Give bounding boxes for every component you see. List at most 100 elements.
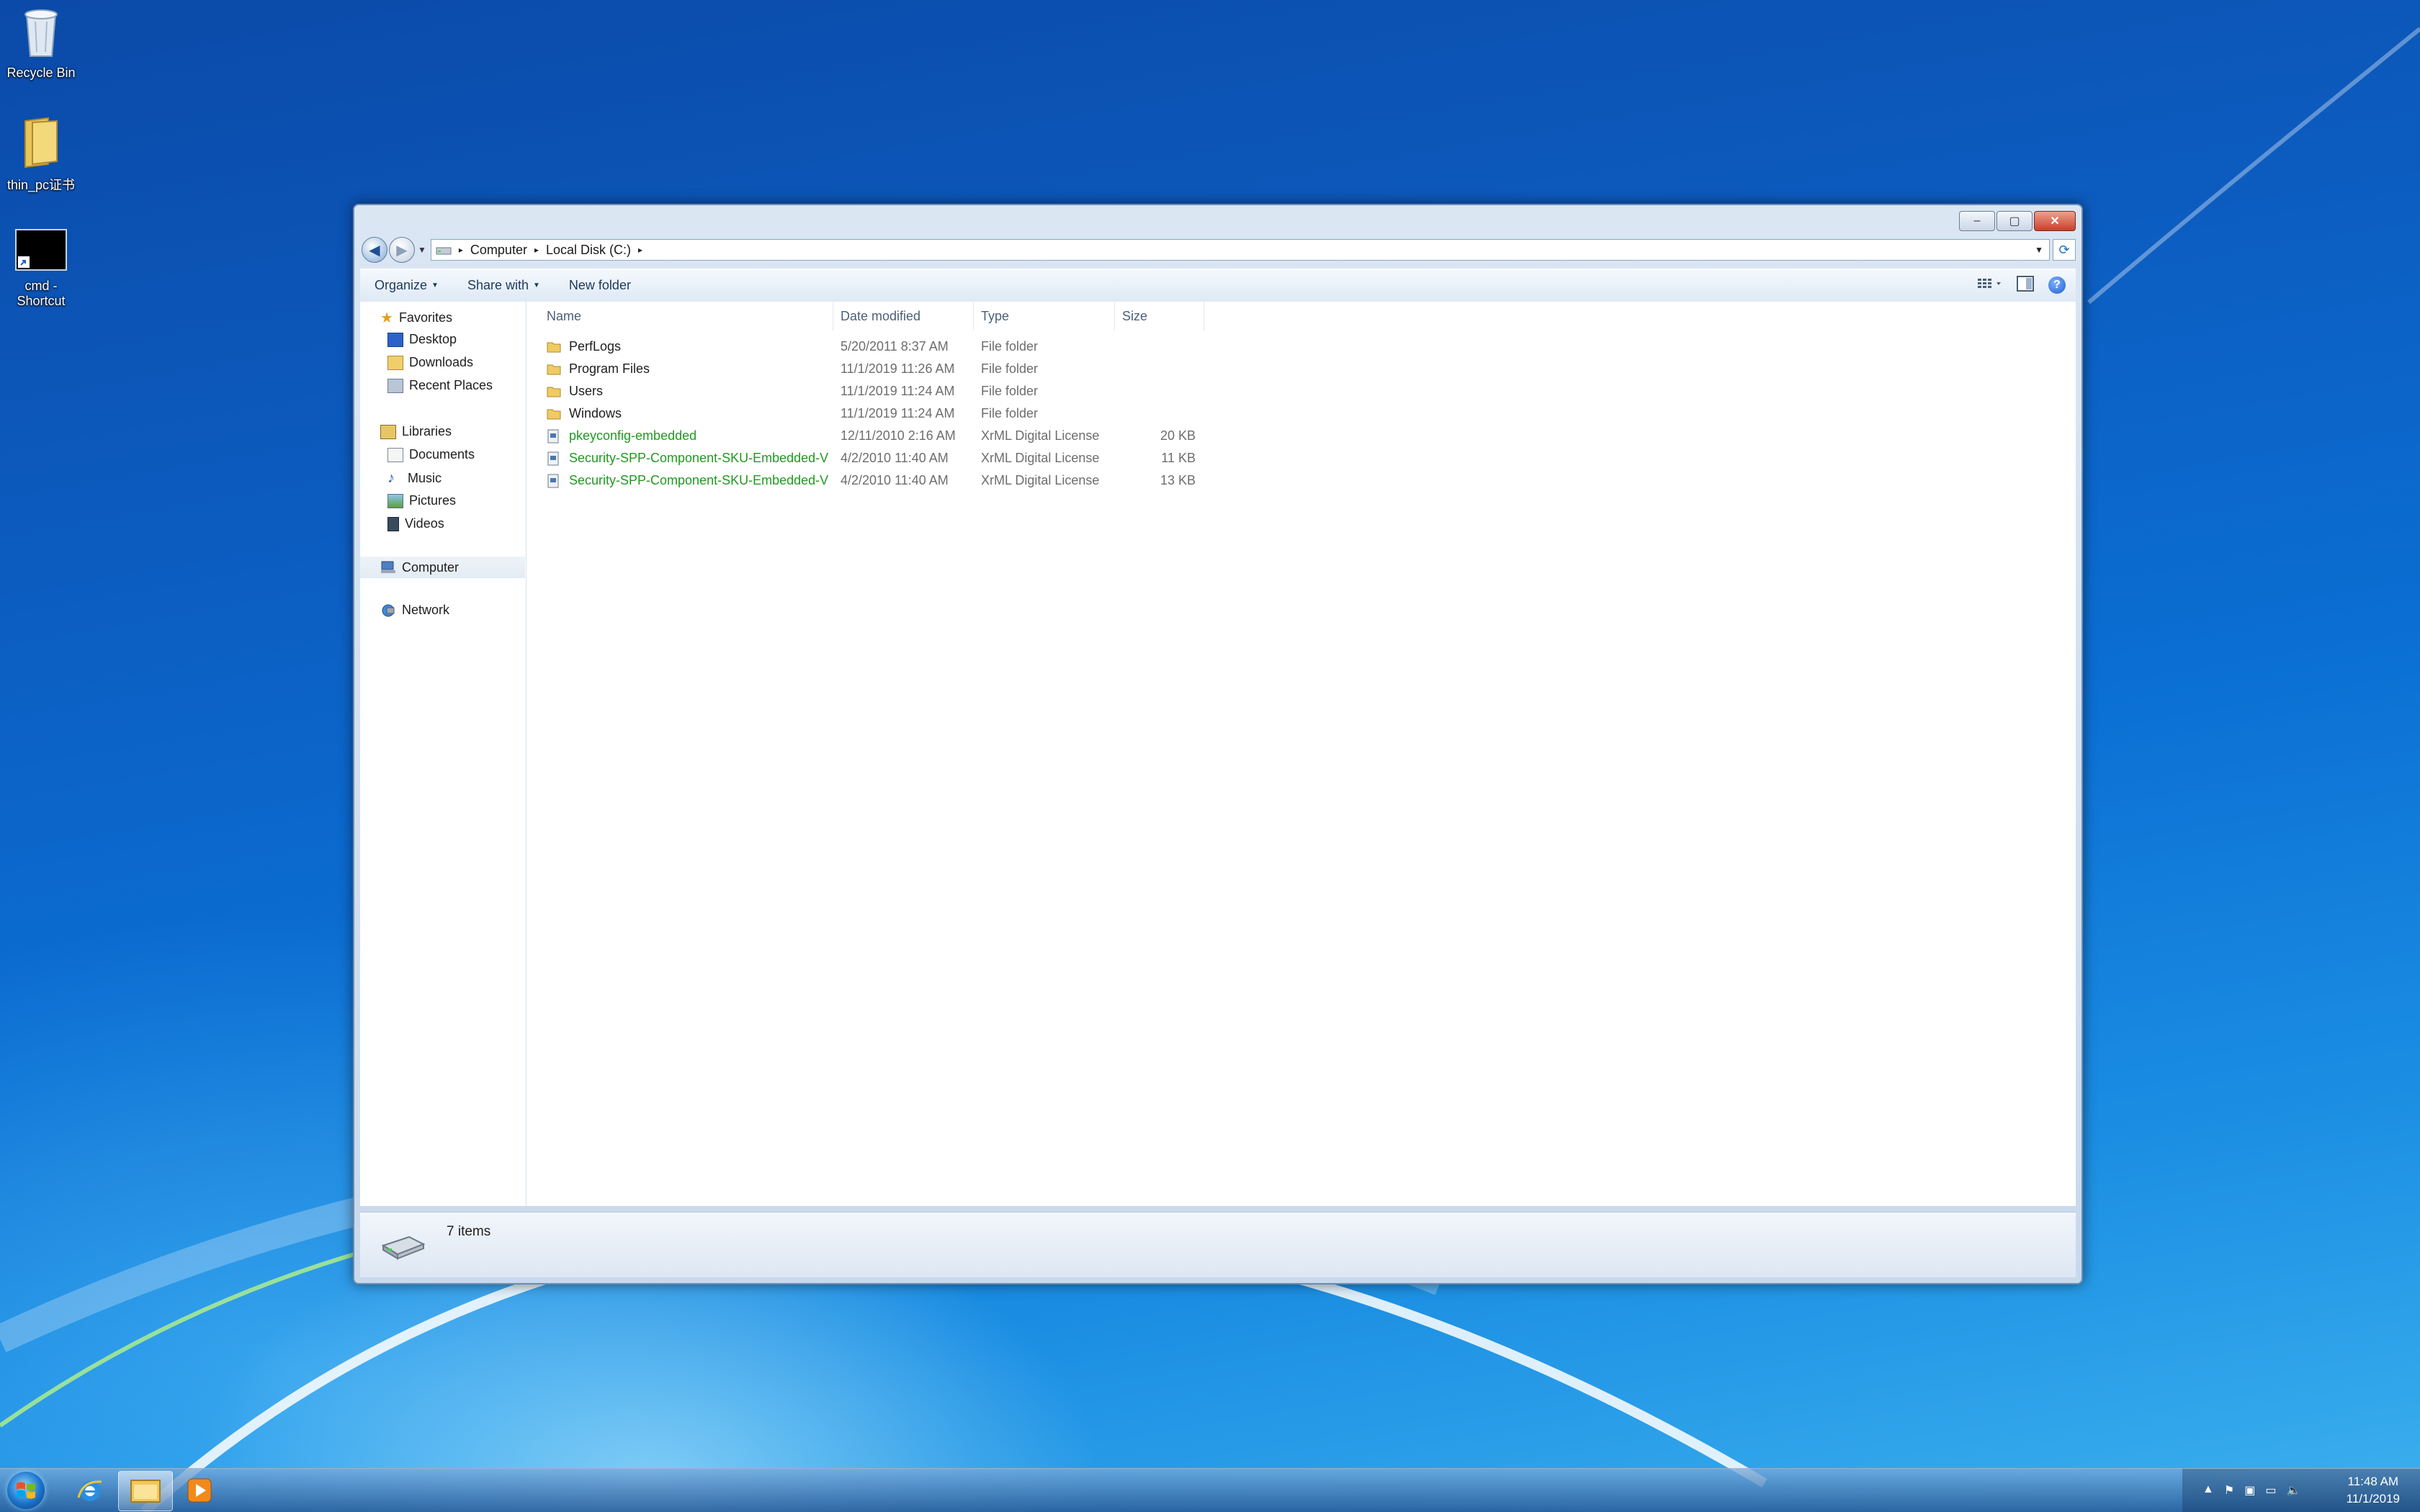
folder-icon <box>24 117 58 168</box>
volume-icon[interactable]: 🔈 <box>2286 1483 2300 1498</box>
desktop-icon-label: Recycle Bin <box>6 66 76 80</box>
column-header-type[interactable]: Type <box>974 302 1115 330</box>
column-header-size[interactable]: Size <box>1115 302 1204 330</box>
navigation-row: ◀ ▶ ▼ ▸ Computer ▸ Local Disk (C:) ▸ ▼ ⟳ <box>362 237 2076 263</box>
documents-icon <box>387 447 403 462</box>
clock-date: 11/1/2019 <box>2346 1492 2400 1506</box>
drive-icon <box>381 1236 426 1260</box>
new-folder-label: New folder <box>568 277 631 292</box>
file-row[interactable]: PerfLogs 5/20/2011 8:37 AM File folder <box>526 336 1247 358</box>
breadcrumb-separator[interactable]: ▸ <box>638 245 642 255</box>
column-header-name[interactable]: Name <box>526 302 833 330</box>
file-type: XrML Digital License <box>981 473 1100 487</box>
organize-button[interactable]: Organize ▼ <box>360 278 453 293</box>
desktop-icon-recycle-bin[interactable]: Recycle Bin <box>1 4 81 81</box>
file-type: File folder <box>981 339 1039 354</box>
file-row[interactable]: Windows 11/1/2019 11:24 AM File folder <box>526 402 1247 425</box>
details-pane: 7 items <box>360 1212 2076 1277</box>
taskbar-media-player[interactable] <box>173 1471 226 1510</box>
folder-icon <box>547 358 561 380</box>
folder-icon <box>547 402 561 425</box>
file-date-modified: 12/11/2010 2:16 AM <box>841 428 956 443</box>
system-tray: ▲ ⚑ ▣ ▭ 🔈 11:48 AM 11/1/2019 <box>2182 1469 2420 1512</box>
music-icon: ♪ <box>387 470 395 486</box>
nav-downloads[interactable]: Downloads <box>387 355 473 370</box>
nav-pictures[interactable]: Pictures <box>387 493 456 508</box>
organize-label: Organize <box>375 277 428 292</box>
share-with-button[interactable]: Share with ▼ <box>453 278 555 293</box>
file-date-modified: 5/20/2011 8:37 AM <box>841 339 949 354</box>
help-icon[interactable]: ? <box>2048 276 2066 294</box>
address-bar[interactable]: ▸ Computer ▸ Local Disk (C:) ▸ ▼ <box>430 239 2050 261</box>
file-size: 11 KB <box>1161 451 1196 465</box>
file-row[interactable]: Security-SPP-Component-SKU-Embedded-VL..… <box>526 469 1247 492</box>
file-row[interactable]: Users 11/1/2019 11:24 AM File folder <box>526 380 1247 402</box>
desktop-icon-thin-pc-folder[interactable]: thin_pc证书 <box>1 114 81 194</box>
forward-button[interactable]: ▶ <box>389 237 415 263</box>
action-center-flag-icon[interactable]: ⚑ <box>2224 1483 2234 1498</box>
nav-documents[interactable]: Documents <box>387 447 475 462</box>
item-count: 7 items <box>447 1224 491 1239</box>
nav-videos-label: Videos <box>405 516 444 531</box>
file-list: Name Date modified Type Size PerfLogs 5/2… <box>526 302 2076 1206</box>
nav-desktop[interactable]: Desktop <box>387 332 457 347</box>
recent-pages-dropdown[interactable]: ▼ <box>418 245 426 255</box>
address-dropdown-icon[interactable]: ▼ <box>2035 245 2043 255</box>
nav-favorites-label: Favorites <box>398 310 452 325</box>
file-date-modified: 4/2/2010 11:40 AM <box>841 451 949 465</box>
safely-remove-hardware-icon[interactable]: ▣ <box>2244 1483 2255 1498</box>
file-name: Windows <box>569 406 622 420</box>
file-date-modified: 11/1/2019 11:24 AM <box>841 406 955 420</box>
breadcrumb-local-disk[interactable]: Local Disk (C:) <box>546 243 631 258</box>
cmd-icon <box>15 229 67 271</box>
breadcrumb-separator: ▸ <box>534 245 539 255</box>
nav-recent-places[interactable]: Recent Places <box>387 378 493 393</box>
maximize-button[interactable]: ▢ <box>1996 211 2033 231</box>
file-name: Users <box>569 384 604 398</box>
file-row[interactable]: Security-SPP-Component-SKU-Embedded-VL..… <box>526 447 1247 469</box>
column-header-date-modified[interactable]: Date modified <box>833 302 974 330</box>
libraries-icon <box>380 424 396 439</box>
navigation-pane: ★ Favorites Desktop Downloads Recent Pla… <box>360 302 526 1206</box>
new-folder-button[interactable]: New folder <box>555 278 645 293</box>
breadcrumb-computer[interactable]: Computer <box>470 243 527 258</box>
file-row[interactable]: Program Files 11/1/2019 11:26 AM File fold… <box>526 358 1247 380</box>
start-button[interactable] <box>7 1472 45 1509</box>
preview-pane-button[interactable] <box>2017 275 2034 295</box>
file-row[interactable]: pkeyconfig-embedded 12/11/2010 2:16 AM XrM… <box>526 425 1247 447</box>
license-file-icon <box>547 469 560 492</box>
nav-computer[interactable]: Computer <box>360 557 525 578</box>
refresh-button[interactable]: ⟳ <box>2053 239 2076 261</box>
back-button[interactable]: ◀ <box>362 237 387 263</box>
taskbar-internet-explorer[interactable] <box>63 1471 117 1510</box>
nav-videos[interactable]: Videos <box>387 516 444 531</box>
show-hidden-icons-icon[interactable]: ▲ <box>2202 1483 2214 1498</box>
minimize-button[interactable]: – <box>1959 211 1995 231</box>
nav-favorites[interactable]: ★ Favorites <box>380 309 452 327</box>
taskbar-windows-explorer[interactable] <box>118 1471 173 1511</box>
star-icon: ★ <box>380 310 393 326</box>
chevron-down-icon: ▼ <box>431 281 439 289</box>
nav-music[interactable]: ♪ Music <box>387 470 442 487</box>
desktop-icon-cmd-shortcut[interactable]: cmd - Shortcut <box>1 229 81 309</box>
nav-libraries[interactable]: Libraries <box>380 424 452 439</box>
close-button[interactable]: ✕ <box>2034 211 2076 231</box>
internet-explorer-icon <box>77 1480 102 1501</box>
nav-recent-places-label: Recent Places <box>409 378 493 392</box>
view-options-button[interactable] <box>1978 278 2002 293</box>
breadcrumb-separator: ▸ <box>458 245 463 255</box>
nav-network[interactable]: Network <box>380 603 449 618</box>
explorer-body: ★ Favorites Desktop Downloads Recent Pla… <box>360 301 2076 1206</box>
nav-documents-label: Documents <box>409 447 475 462</box>
file-size: 20 KB <box>1160 428 1196 443</box>
network-tray-icon[interactable]: ▭ <box>2265 1483 2276 1498</box>
chevron-down-icon: ▼ <box>533 281 540 289</box>
command-bar: Organize ▼ Share with ▼ New folder ? <box>360 269 2076 302</box>
media-player-icon <box>187 1478 212 1503</box>
share-with-label: Share with <box>467 277 529 292</box>
taskbar-clock[interactable]: 11:48 AM 11/1/2019 <box>2347 1473 2400 1508</box>
back-arrow-icon: ◀ <box>369 242 380 258</box>
folder-icon <box>547 336 561 358</box>
file-type: XrML Digital License <box>981 451 1100 465</box>
file-date-modified: 11/1/2019 11:26 AM <box>841 361 955 376</box>
